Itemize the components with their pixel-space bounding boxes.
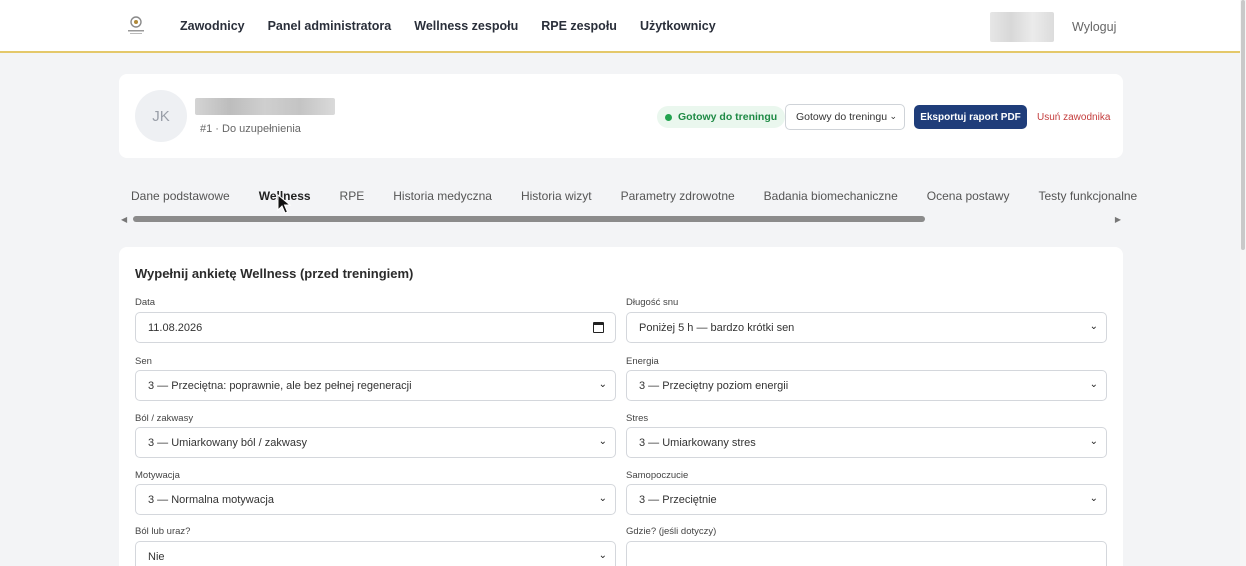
- tab-health-parameters[interactable]: Parametry zdrowotne: [621, 189, 735, 211]
- tab-rpe[interactable]: RPE: [340, 189, 365, 211]
- sleep-length-select[interactable]: Poniżej 5 h — bardzo krótki sen ⌄: [626, 312, 1107, 343]
- wellbeing-label: Samopoczucie: [626, 470, 689, 481]
- nav-link-athletes[interactable]: Zawodnicy: [180, 19, 245, 33]
- status-badge-label: Gotowy do treningu: [678, 111, 778, 123]
- date-value: 11.08.2026: [148, 321, 203, 334]
- tabs-scrollbar-thumb[interactable]: [133, 216, 925, 222]
- injury-location-label: Gdzie? (jeśli dotyczy): [626, 526, 717, 537]
- athlete-subline: #1 · Do uzupełnienia: [200, 123, 301, 135]
- chevron-down-icon: ⌄: [1089, 379, 1098, 390]
- athlete-avatar: JK: [135, 90, 187, 142]
- chevron-down-icon: ⌄: [889, 111, 897, 121]
- nav-link-team-rpe[interactable]: RPE zespołu: [541, 19, 617, 33]
- athlete-header-card: JK #1 · Do uzupełnienia Gotowy do trenin…: [119, 74, 1123, 158]
- club-logo-icon[interactable]: [124, 14, 148, 36]
- tab-functional-tests[interactable]: Testy funkcjonalne: [1038, 189, 1137, 211]
- export-pdf-button[interactable]: Eksportuj raport PDF: [914, 105, 1027, 129]
- pain-value: 3 — Umiarkowany ból / zakwasy: [148, 436, 307, 449]
- user-avatar-redacted: [990, 12, 1054, 42]
- stress-value: 3 — Umiarkowany stres: [639, 436, 756, 449]
- sleep-value: 3 — Przeciętna: poprawnie, ale bez pełne…: [148, 379, 412, 392]
- wellbeing-select[interactable]: 3 — Przeciętnie ⌄: [626, 484, 1107, 515]
- logout-link[interactable]: Wyloguj: [1072, 20, 1116, 34]
- sleep-label: Sen: [135, 356, 152, 367]
- pain-label: Ból / zakwasy: [135, 413, 194, 424]
- motivation-value: 3 — Normalna motywacja: [148, 493, 274, 506]
- remove-athlete-link[interactable]: Usuń zawodnika: [1037, 112, 1110, 123]
- injury-label: Ból lub uraz?: [135, 526, 191, 537]
- page-scrollbar-thumb[interactable]: [1241, 0, 1245, 250]
- stress-select[interactable]: 3 — Umiarkowany stres ⌄: [626, 427, 1107, 458]
- chevron-down-icon: ⌄: [598, 436, 607, 447]
- chevron-down-icon: ⌄: [598, 550, 607, 561]
- chevron-down-icon: ⌄: [1089, 493, 1098, 504]
- status-select[interactable]: Gotowy do treningu ⌄: [785, 104, 905, 130]
- nav-link-admin-panel[interactable]: Panel administratora: [268, 19, 392, 33]
- motivation-select[interactable]: 3 — Normalna motywacja ⌄: [135, 484, 616, 515]
- chevron-down-icon: ⌄: [598, 493, 607, 504]
- chevron-down-icon: ⌄: [1089, 321, 1098, 332]
- tabs-scrollbar[interactable]: ◀ ▶: [119, 214, 1123, 224]
- chevron-down-icon: ⌄: [1089, 436, 1098, 447]
- injury-location-input[interactable]: [626, 541, 1107, 566]
- date-input[interactable]: 11.08.2026: [135, 312, 616, 343]
- tab-visit-history[interactable]: Historia wizyt: [521, 189, 592, 211]
- tab-biomechanics[interactable]: Badania biomechaniczne: [764, 189, 898, 211]
- nav-link-team-wellness[interactable]: Wellness zespołu: [414, 19, 518, 33]
- top-navbar: Zawodnicy Panel administratora Wellness …: [0, 0, 1240, 53]
- date-label: Data: [135, 297, 156, 308]
- page-scrollbar[interactable]: [1240, 0, 1246, 566]
- calendar-icon[interactable]: [593, 322, 604, 333]
- status-dot-icon: [665, 113, 672, 121]
- sleep-select[interactable]: 3 — Przeciętna: poprawnie, ale bez pełne…: [135, 370, 616, 401]
- athlete-name-redacted: [195, 98, 335, 115]
- injury-value: Nie: [148, 550, 165, 563]
- chevron-down-icon: ⌄: [598, 379, 607, 390]
- motivation-label: Motywacja: [135, 470, 180, 481]
- scroll-right-arrow-icon[interactable]: ▶: [1115, 215, 1121, 224]
- energy-select[interactable]: 3 — Przeciętny poziom energii ⌄: [626, 370, 1107, 401]
- sleep-length-value: Poniżej 5 h — bardzo krótki sen: [639, 321, 795, 334]
- status-badge: Gotowy do treningu: [657, 106, 786, 128]
- pain-select[interactable]: 3 — Umiarkowany ból / zakwasy ⌄: [135, 427, 616, 458]
- stress-label: Stres: [626, 413, 649, 424]
- tab-basic-data[interactable]: Dane podstawowe: [131, 189, 230, 211]
- injury-select[interactable]: Nie ⌄: [135, 541, 616, 566]
- nav-link-users[interactable]: Użytkownicy: [640, 19, 716, 33]
- tab-posture[interactable]: Ocena postawy: [927, 189, 1010, 211]
- scroll-left-arrow-icon[interactable]: ◀: [121, 215, 127, 224]
- energy-label: Energia: [626, 356, 659, 367]
- energy-value: 3 — Przeciętny poziom energii: [639, 379, 789, 392]
- tab-medical-history[interactable]: Historia medyczna: [393, 189, 492, 211]
- mouse-cursor-icon: [277, 194, 291, 214]
- form-title: Wypełnij ankietę Wellness (przed trening…: [135, 266, 414, 281]
- wellness-form-card: Wypełnij ankietę Wellness (przed trening…: [119, 247, 1123, 566]
- wellbeing-value: 3 — Przeciętnie: [639, 493, 717, 506]
- sleep-length-label: Długość snu: [626, 297, 679, 308]
- main-menu: Zawodnicy Panel administratora Wellness …: [180, 19, 716, 33]
- status-select-value: Gotowy do treningu: [796, 111, 888, 123]
